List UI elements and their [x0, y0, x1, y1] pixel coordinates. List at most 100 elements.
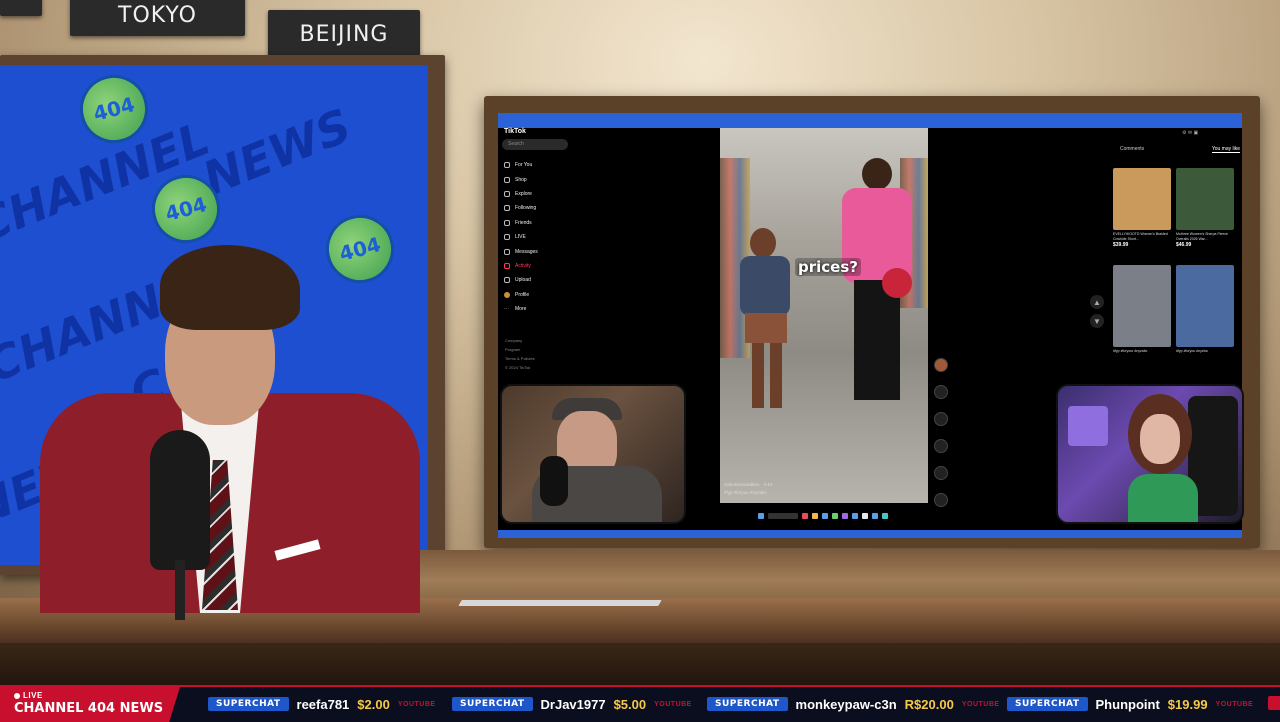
sound-disc-icon[interactable]: [934, 493, 948, 507]
superchat-amount: R$20.00: [904, 696, 954, 712]
video-card[interactable]: #fyp #foryou #nyzba: [1176, 265, 1234, 354]
send-icon: [504, 248, 510, 255]
sidebar-footer: Company Program Terms & Policies © 2024 …: [505, 336, 535, 372]
comment-icon[interactable]: [934, 412, 948, 426]
tab-comments[interactable]: Comments: [1120, 146, 1144, 153]
chevron-down-icon[interactable]: ▼: [1090, 314, 1104, 328]
product-card[interactable]: EVELLYIKOOTD Women's Braided Cowhide Sho…: [1113, 168, 1171, 248]
product-title: EVELLYIKOOTD Women's Braided Cowhide Sho…: [1113, 232, 1168, 241]
avatar-icon: [504, 291, 510, 298]
mic-stand: [175, 560, 185, 620]
nav-item-for-you[interactable]: For You: [504, 158, 538, 172]
nav-item-label: Profile: [515, 291, 530, 298]
nav-item-label: Activity: [515, 262, 531, 269]
nav-item-more[interactable]: ⋯ More: [504, 302, 538, 316]
video-card-title: #fyp #foryour #nyzabc: [1113, 349, 1148, 353]
superchat-user: DrJav1977: [540, 696, 606, 712]
taskbar-search-icon[interactable]: [768, 513, 798, 519]
video-caption-overlay: prices?: [795, 258, 861, 276]
tab-you-may-like[interactable]: You may like: [1211, 146, 1240, 153]
home-icon: [504, 162, 510, 169]
taskbar-app-icon[interactable]: [822, 513, 828, 519]
nav-item-messages[interactable]: Messages: [504, 244, 538, 258]
header-icons: ⚙ ✉ ▣: [1182, 130, 1199, 136]
video-player[interactable]: prices? zalentosmeadlarn · 4-10 #fyp #fo…: [720, 128, 928, 503]
superchat-badge: SUPERCHAT: [707, 697, 788, 711]
superchat-list: SUPERCHAT reefa781 $2.00 YOUTUBE SUPERCH…: [208, 694, 1267, 714]
video-card-title: #fyp #foryou #nyzba: [1176, 349, 1208, 353]
nav-item-upload[interactable]: Upload: [504, 273, 538, 287]
footer-link[interactable]: Terms & Policies: [505, 354, 535, 363]
product-card[interactable]: Mothree Women's Sherpa Fleece Overalls 2…: [1176, 168, 1234, 248]
share-icon[interactable]: [934, 466, 948, 480]
channel-name: CHANNEL 404 NEWS: [14, 701, 164, 716]
windows-start-icon[interactable]: [758, 513, 764, 519]
clock-label-beijing: BEIJING: [268, 10, 420, 58]
nav-item-activity[interactable]: Activity: [504, 259, 538, 273]
taskbar-app-icon[interactable]: [832, 513, 838, 519]
creator-avatar[interactable]: [934, 358, 948, 372]
taskbar-app-icon[interactable]: [812, 513, 818, 519]
live-icon: [504, 234, 510, 241]
chevron-up-icon[interactable]: ▲: [1090, 295, 1104, 309]
nav-item-label: Friends: [515, 219, 532, 226]
live-dot-icon: [14, 692, 20, 699]
clock-label-tokyo: TOKYO: [70, 0, 245, 36]
video-author[interactable]: zalentosmeadlarn · 4-10: [724, 481, 773, 489]
panel-tabs: Comments You may like: [1120, 146, 1240, 153]
news-ticker: LIVE CHANNEL 404 NEWS SUPERCHAT reefa781…: [0, 685, 1280, 722]
superchat-source: YOUTUBE: [1215, 700, 1254, 708]
superchat-item: SUPERCHAT Phunpoint $19.99 YOUTUBE: [1007, 694, 1267, 714]
plus-icon: [504, 277, 510, 284]
footer-link[interactable]: Program: [505, 345, 535, 354]
nav-item-explore[interactable]: Explore: [504, 187, 538, 201]
live-box: LIVE CHANNEL 404 NEWS: [0, 687, 180, 722]
nav-item-shop[interactable]: Shop: [504, 172, 538, 186]
screen-top-bar: [498, 113, 1242, 128]
taskbar-app-icon[interactable]: [872, 513, 878, 519]
video-actions: [934, 358, 948, 520]
video-meta: zalentosmeadlarn · 4-10 #fyp #foryou #ny…: [724, 481, 773, 497]
video-tags[interactable]: #fyp #foryou #nyzabc: [724, 489, 773, 497]
video-card[interactable]: #fyp #foryour #nyzabc: [1113, 265, 1171, 354]
shop-icon: [504, 176, 510, 183]
superchat-user: Phunpoint: [1095, 696, 1160, 712]
nav-item-live[interactable]: LIVE: [504, 230, 538, 244]
more-icon: ⋯: [504, 306, 509, 313]
bell-icon: [504, 262, 510, 269]
superchat-badge: SUPERCHAT: [208, 697, 289, 711]
taskbar-app-icon[interactable]: [852, 513, 858, 519]
backdrop-watermark: NEWS: [195, 98, 359, 206]
taskbar-app-icon[interactable]: [882, 513, 888, 519]
heart-icon[interactable]: [934, 385, 948, 399]
product-price: $46.99: [1176, 242, 1192, 248]
tiktok-nav: For You Shop Explore Following Friends L…: [504, 158, 538, 316]
taskbar-app-icon[interactable]: [842, 513, 848, 519]
superchat-badge-partial: [1268, 696, 1280, 710]
superchat-amount: $5.00: [613, 696, 647, 712]
tiktok-logo[interactable]: TikTok: [504, 128, 526, 135]
product-price: $39.99: [1113, 242, 1129, 248]
video-person: [740, 228, 798, 418]
webcam-left: [500, 384, 686, 524]
nav-item-following[interactable]: Following: [504, 201, 538, 215]
nav-item-label: Following: [515, 205, 537, 212]
superchat-user: reefa781: [296, 696, 350, 712]
superchat-item: SUPERCHAT reefa781 $2.00 YOUTUBE: [208, 694, 452, 714]
product-image: [1113, 168, 1171, 230]
user-icon: [504, 205, 510, 212]
superchat-source: YOUTUBE: [961, 700, 1000, 708]
nav-item-profile[interactable]: Profile: [504, 288, 538, 302]
nav-item-friends[interactable]: Friends: [504, 216, 538, 230]
footer-link[interactable]: Company: [505, 336, 535, 345]
bookmark-icon[interactable]: [934, 439, 948, 453]
nav-item-label: More: [515, 306, 527, 313]
taskbar-app-icon[interactable]: [862, 513, 868, 519]
video-thumbnail: [1113, 265, 1171, 347]
superchat-user: monkeypaw-c3n: [795, 696, 897, 712]
webcam-right: [1056, 384, 1244, 524]
taskbar-app-icon[interactable]: [802, 513, 808, 519]
anchor-hair: [160, 245, 300, 330]
superchat-source: YOUTUBE: [654, 700, 692, 708]
search-input[interactable]: Search: [502, 139, 568, 150]
